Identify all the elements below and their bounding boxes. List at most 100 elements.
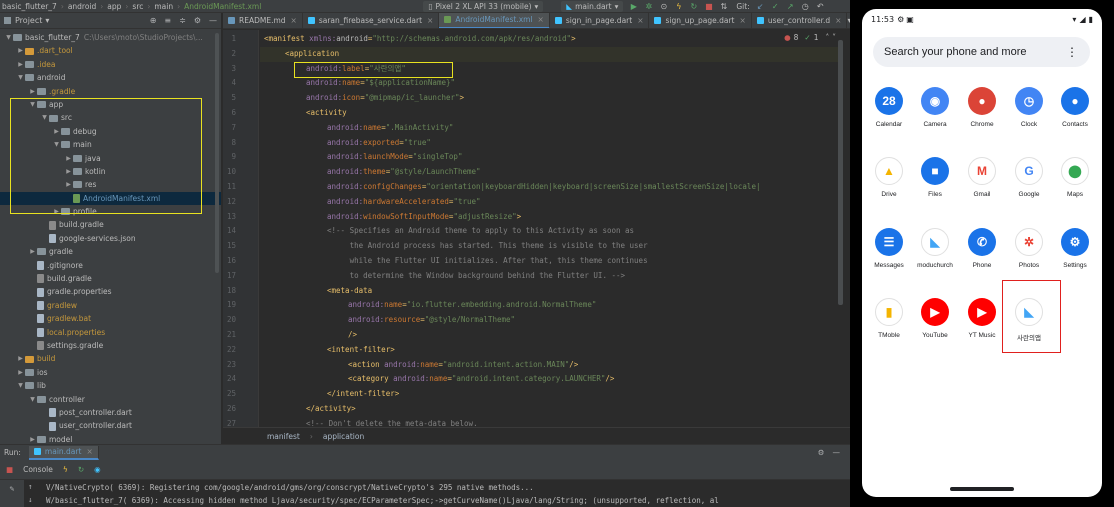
code-line[interactable]: <meta-data — [260, 284, 372, 299]
code-line[interactable]: <activity — [260, 106, 347, 121]
app-launcher-item[interactable]: ◣ moduchurch — [911, 228, 959, 269]
run-config-selector[interactable]: ◣ main.dart ▾ — [561, 0, 624, 12]
project-view-selector[interactable]: Project — [15, 16, 42, 25]
app-launcher-item[interactable]: ☰ Messages — [865, 228, 913, 269]
code-line[interactable]: </intent-filter> — [260, 387, 399, 402]
code-line[interactable]: android:launchMode="singleTop" — [260, 150, 462, 165]
git-commit-icon[interactable]: ✓ — [771, 2, 780, 11]
editor-tab[interactable]: user_controller.d × — [752, 13, 848, 28]
tree-item[interactable]: post_controller.dart — [0, 406, 221, 419]
tree-item[interactable]: build.gradle — [0, 218, 221, 231]
app-launcher-item[interactable]: ▲ Drive — [865, 157, 913, 198]
app-launcher-item[interactable]: ▶ YT Music — [958, 298, 1006, 339]
app-launcher-item[interactable]: M Gmail — [958, 157, 1006, 198]
rollback-icon[interactable]: ↶ — [816, 2, 825, 11]
code-line[interactable]: <manifest xmlns:android="http://schemas.… — [260, 32, 576, 47]
code-line[interactable]: android:theme="@style/LaunchTheme" — [260, 165, 481, 180]
sync-icon[interactable]: ⇅ — [719, 2, 728, 11]
editor-tab[interactable]: AndroidManifest.xml × — [439, 13, 550, 28]
editor-tab[interactable]: sign_in_page.dart × — [550, 13, 650, 28]
tree-item[interactable]: ▶ res — [0, 178, 221, 191]
editor-scrollbar[interactable] — [838, 40, 843, 305]
scroll-down-icon[interactable]: ↓ — [28, 495, 33, 504]
code-line[interactable]: <category android:name="android.intent.c… — [260, 372, 614, 387]
tree-item[interactable]: ▼ app — [0, 98, 221, 111]
close-icon[interactable]: × — [427, 16, 433, 25]
tree-item[interactable]: ▶ gradle — [0, 245, 221, 258]
tree-item[interactable]: ▶ ios — [0, 366, 221, 379]
code-line[interactable]: to determine the Window background behin… — [260, 269, 625, 284]
tree-item[interactable]: google-services.json — [0, 232, 221, 245]
tree-item[interactable]: ▼ lib — [0, 379, 221, 392]
close-icon[interactable]: × — [637, 16, 643, 25]
code-line[interactable]: <!-- Don't delete the meta-data below. — [260, 417, 478, 427]
app-launcher-item[interactable]: ⚙ Settings — [1051, 228, 1099, 269]
devtools-icon[interactable]: ◉ — [94, 465, 101, 474]
code-line[interactable]: <action android:name="android.intent.act… — [260, 358, 578, 373]
app-launcher-item[interactable]: ● Chrome — [958, 87, 1006, 128]
run-config-tab[interactable]: main.dart × — [28, 445, 99, 460]
code-line[interactable]: android:exported="true" — [260, 136, 431, 151]
chevron-down-icon[interactable]: ▼ — [40, 111, 49, 124]
editor-tab[interactable]: README.md × — [223, 13, 303, 28]
git-update-icon[interactable]: ↙ — [756, 2, 765, 11]
expand-all-icon[interactable]: ≑ — [179, 16, 186, 25]
code-line[interactable]: while the Flutter UI initializes. After … — [260, 254, 648, 269]
chevron-right-icon[interactable]: ▶ — [64, 152, 73, 165]
app-launcher-item[interactable]: G Google — [1005, 157, 1053, 198]
app-launcher-item[interactable]: ◉ Camera — [911, 87, 959, 128]
close-icon[interactable]: × — [835, 16, 841, 25]
collapse-all-icon[interactable]: ≡ — [164, 16, 171, 25]
app-launcher-item[interactable]: 28 Calendar — [865, 87, 913, 128]
tree-item[interactable]: ▼ controller — [0, 393, 221, 406]
hide-icon[interactable]: — — [833, 448, 841, 457]
code-line[interactable]: android:icon="@mipmap/ic_launcher"> — [260, 91, 464, 106]
code-line[interactable]: <intent-filter> — [260, 343, 395, 358]
app-launcher-item[interactable]: ● Contacts — [1051, 87, 1099, 128]
app-launcher-item[interactable]: ◷ Clock — [1005, 87, 1053, 128]
code-line[interactable]: android:configChanges="orientation|keybo… — [260, 180, 760, 195]
tree-item[interactable]: local.properties — [0, 326, 221, 339]
tree-item[interactable]: .gitignore — [0, 259, 221, 272]
chevron-right-icon[interactable]: ▶ — [28, 245, 37, 258]
chevron-down-icon[interactable]: ▼ — [16, 71, 25, 84]
tree-item[interactable]: gradlew — [0, 299, 221, 312]
tree-item[interactable]: ▼ main — [0, 138, 221, 151]
chevron-down-icon[interactable]: ▼ — [16, 379, 25, 392]
inspection-widget[interactable]: ● 8 ✓ 1 ˄ ˅ — [784, 33, 836, 42]
history-icon[interactable]: ◷ — [801, 2, 810, 11]
hide-icon[interactable]: — — [209, 16, 217, 25]
code-line[interactable]: </activity> — [260, 402, 356, 417]
tree-item[interactable]: gradlew.bat — [0, 312, 221, 325]
chevron-right-icon[interactable]: ▶ — [28, 433, 37, 444]
debug-icon[interactable]: ✲ — [644, 2, 653, 11]
more-vert-icon[interactable]: ⋮ — [1066, 45, 1078, 59]
console-tab[interactable]: Console — [23, 465, 53, 474]
code-line[interactable]: /> — [260, 328, 357, 343]
breadcrumb-manifest[interactable]: manifest — [267, 432, 300, 441]
hot-reload-icon[interactable]: ϟ — [63, 465, 68, 474]
chevron-up-icon[interactable]: ˄ — [826, 33, 830, 42]
breadcrumb-main[interactable]: main — [152, 2, 175, 11]
tree-item[interactable]: ▼ src — [0, 111, 221, 124]
tree-item[interactable]: gradle.properties — [0, 285, 221, 298]
tree-item[interactable]: ▶ .gradle — [0, 85, 221, 98]
project-tree-scrollbar[interactable] — [215, 33, 219, 273]
tree-item[interactable]: ▶ java — [0, 152, 221, 165]
chevron-right-icon[interactable]: ▶ — [16, 352, 25, 365]
code-line[interactable]: the Android process has started. This th… — [260, 239, 648, 254]
code-line[interactable]: android:windowSoftInputMode="adjustResiz… — [260, 210, 521, 225]
chevron-right-icon[interactable]: ▶ — [16, 44, 25, 57]
tree-item[interactable]: build.gradle — [0, 272, 221, 285]
chevron-down-icon[interactable]: ▼ — [28, 98, 37, 111]
close-icon[interactable]: × — [538, 15, 544, 24]
tree-item[interactable]: settings.gradle — [0, 339, 221, 352]
app-launcher-item[interactable]: ■ Files — [911, 157, 959, 198]
chevron-right-icon[interactable]: ▶ — [52, 125, 61, 138]
breadcrumb-app[interactable]: app — [105, 2, 123, 11]
scroll-up-icon[interactable]: ↑ — [28, 482, 33, 491]
app-launcher-item[interactable]: ✲ Photos — [1005, 228, 1053, 269]
code-line[interactable]: android:name="io.flutter.embedding.andro… — [260, 298, 596, 313]
gear-icon[interactable]: ⚙ — [818, 448, 825, 457]
stop-icon[interactable]: ■ — [6, 465, 13, 474]
